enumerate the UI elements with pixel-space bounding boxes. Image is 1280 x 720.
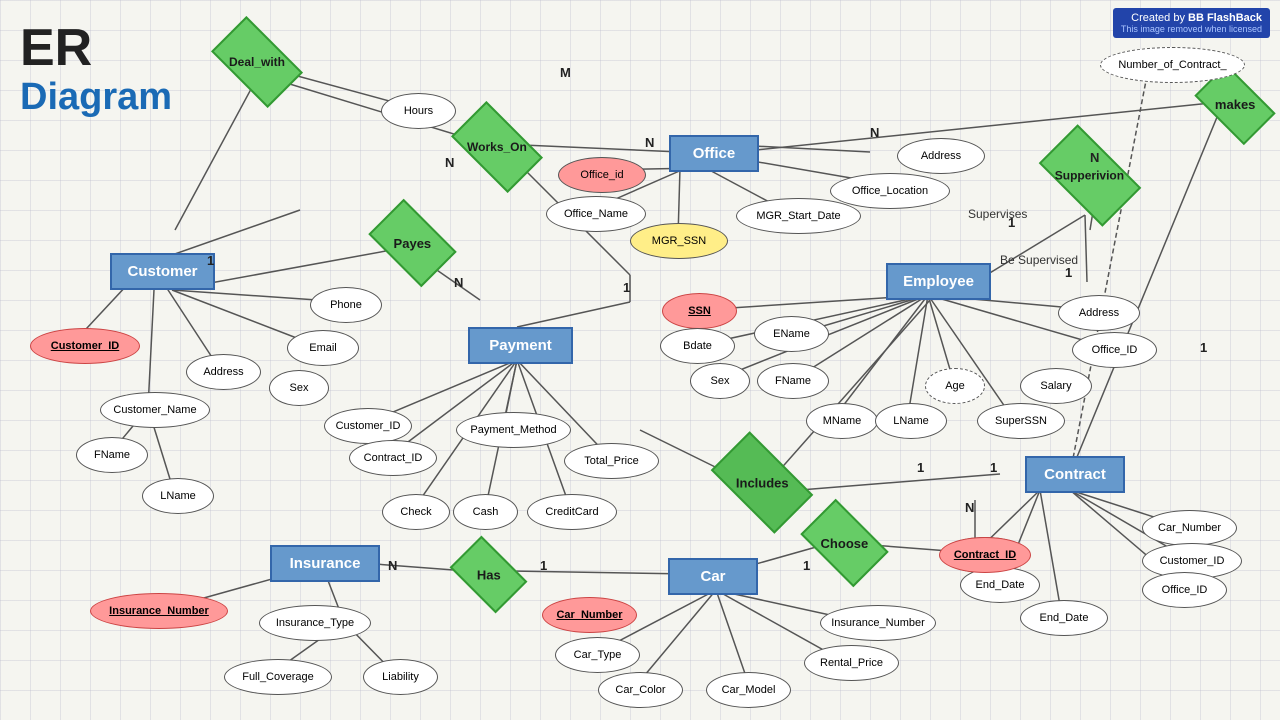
superssn-attr: SuperSSN xyxy=(977,403,1065,439)
mult-1-6: 1 xyxy=(990,460,997,475)
mult-n-7: N xyxy=(388,558,397,573)
phone-attr: Phone xyxy=(310,287,382,323)
choose-relationship: Choose xyxy=(807,518,882,568)
office-location-attr: Office_Location xyxy=(830,173,950,209)
hours-attr: Hours xyxy=(381,93,456,129)
office-id-cont-attr: Office_ID xyxy=(1142,572,1227,608)
ssn-attr: SSN xyxy=(662,293,737,329)
mult-n-5: N xyxy=(1090,150,1099,165)
mult-n-4: N xyxy=(454,275,463,290)
sex-emp-attr: Sex xyxy=(690,363,750,399)
insurance-number-attr: Insurance_Number xyxy=(90,593,228,629)
total-price-attr: Total_Price xyxy=(564,443,659,479)
mult-n-3: N xyxy=(870,125,879,140)
creditcard-attr: CreditCard xyxy=(527,494,617,530)
insurance-entity: Insurance xyxy=(270,545,380,582)
customer-id-attr: Customer_ID xyxy=(30,328,140,364)
contract-id-pay-attr: Contract_ID xyxy=(349,440,437,476)
car-entity: Car xyxy=(668,558,758,595)
mult-1-5: 1 xyxy=(917,460,924,475)
contract-id-attr: Contract_ID xyxy=(939,537,1031,573)
address-cust-attr: Address xyxy=(186,354,261,390)
customer-id-pay-attr: Customer_ID xyxy=(324,408,412,444)
bdate-attr: Bdate xyxy=(660,328,735,364)
includes-relationship: Includes xyxy=(717,455,807,510)
email-attr: Email xyxy=(287,330,359,366)
insurance-number-car-attr: Insurance_Number xyxy=(820,605,936,641)
ename-attr: EName xyxy=(754,316,829,352)
liability-attr: Liability xyxy=(363,659,438,695)
er-title: ER Diagram xyxy=(20,20,172,119)
customer-name-attr: Customer_Name xyxy=(100,392,210,428)
car-color-attr: Car_Color xyxy=(598,672,683,708)
end-date-cont-attr: End_Date xyxy=(1020,600,1108,636)
car-model-attr: Car_Model xyxy=(706,672,791,708)
sex-cust-attr: Sex xyxy=(269,370,329,406)
mult-n-6: N xyxy=(965,500,974,515)
cash-attr: Cash xyxy=(453,494,518,530)
check-attr: Check xyxy=(382,494,450,530)
watermark-created: Created by xyxy=(1131,12,1185,24)
watermark-note: This image removed when licensed xyxy=(1121,24,1262,34)
car-type-attr: Car_Type xyxy=(555,637,640,673)
payment-entity: Payment xyxy=(468,327,573,364)
watermark-brand: BB FlashBack xyxy=(1188,12,1262,24)
contract-entity: Contract xyxy=(1025,456,1125,493)
er-label: ER xyxy=(20,20,172,77)
address-office-attr: Address xyxy=(897,138,985,174)
rental-price-attr: Rental_Price xyxy=(804,645,899,681)
mult-1-1: 1 xyxy=(623,280,630,295)
employee-entity: Employee xyxy=(886,263,991,300)
payment-method-attr: Payment_Method xyxy=(456,412,571,448)
age-attr: Age xyxy=(925,368,985,404)
mult-n-1: N xyxy=(445,155,454,170)
mult-1-8: 1 xyxy=(540,558,547,573)
end-date-attr: End_Date xyxy=(960,567,1040,603)
has-relationship: Has xyxy=(456,552,521,597)
salary-attr: Salary xyxy=(1020,368,1092,404)
lname-emp-attr: LName xyxy=(875,403,947,439)
insurance-type-attr: Insurance_Type xyxy=(259,605,371,641)
mgr-start-date-attr: MGR_Start_Date xyxy=(736,198,861,234)
number-of-contract-attr: Number_of_Contract_ xyxy=(1100,47,1245,83)
mult-n-2: N xyxy=(645,135,654,150)
deal-with-relationship: Deal_with xyxy=(217,37,297,87)
mult-1-4: 1 xyxy=(1065,265,1072,280)
diagram-label: Diagram xyxy=(20,77,172,119)
mname-attr: MName xyxy=(806,403,878,439)
mult-1-3: 1 xyxy=(1008,215,1015,230)
customer-entity: Customer xyxy=(110,253,215,290)
full-coverage-attr: Full_Coverage xyxy=(224,659,332,695)
works-on-relationship: Works_On xyxy=(457,122,537,172)
office-entity: Office xyxy=(669,135,759,172)
office-name-attr: Office_Name xyxy=(546,196,646,232)
car-number-cont-attr: Car_Number xyxy=(1142,510,1237,546)
payes-relationship: Payes xyxy=(375,218,450,268)
mult-1-9: 1 xyxy=(1200,340,1207,355)
fname-emp-attr: FName xyxy=(757,363,829,399)
mult-m-1: M xyxy=(560,65,571,80)
office-id-attr: Office_id xyxy=(558,157,646,193)
fname-cust-attr: FName xyxy=(76,437,148,473)
car-number-attr: Car_Number xyxy=(542,597,637,633)
mult-1-7: 1 xyxy=(803,558,810,573)
mgr-ssn-attr: MGR_SSN xyxy=(630,223,728,259)
office-id-emp-attr: Office_ID xyxy=(1072,332,1157,368)
lname-cust-attr: LName xyxy=(142,478,214,514)
mult-1-2: 1 xyxy=(207,253,214,268)
address-emp-attr: Address xyxy=(1058,295,1140,331)
supervises-label: Supervises xyxy=(968,207,1027,221)
makes-relationship: makes xyxy=(1200,82,1270,127)
watermark: Created by BB FlashBack This image remov… xyxy=(1113,8,1270,38)
